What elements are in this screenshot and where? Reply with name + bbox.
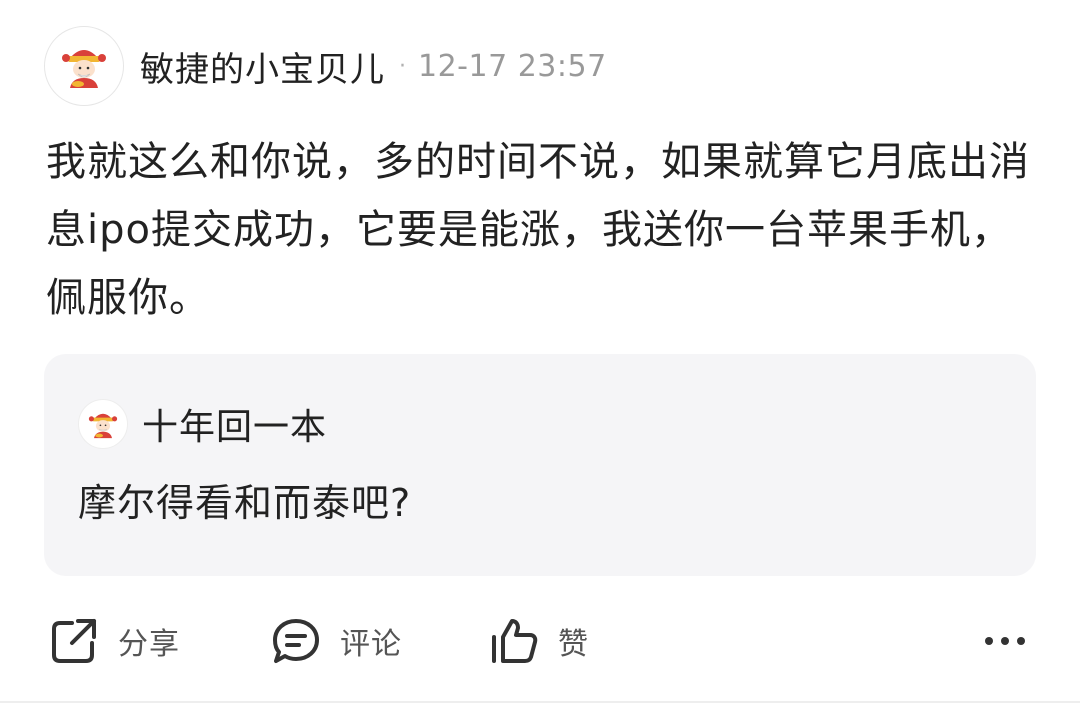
comment-label: 评论: [340, 627, 402, 662]
post-header: 敏捷的小宝贝儿 · 12-17 23:57: [44, 24, 607, 108]
quoted-author-name[interactable]: 十年回一本: [142, 398, 327, 450]
post-content: 我就这么和你说，多的时间不说，如果就算它月底出消息ipo提交成功，它要是能涨，我…: [46, 139, 1030, 321]
author-name[interactable]: 敏捷的小宝贝儿: [140, 42, 385, 91]
divider: [0, 701, 1080, 703]
share-icon: [46, 613, 102, 669]
separator-dot: ·: [399, 53, 406, 79]
more-icon: [985, 637, 1025, 645]
comment-button[interactable]: 评论: [268, 610, 402, 672]
action-bar: 分享 评论 赞: [44, 610, 1036, 672]
share-label: 分享: [118, 627, 180, 662]
quoted-author-avatar[interactable]: [78, 399, 128, 449]
post-page: 敏捷的小宝贝儿 · 12-17 23:57 我就这么和你说，多的时间不说，如果就…: [0, 0, 1080, 713]
share-button[interactable]: 分享: [46, 610, 180, 672]
caishen-avatar-icon: [88, 413, 118, 439]
like-label: 赞: [558, 627, 589, 662]
caishen-avatar-icon: [62, 50, 106, 88]
quoted-post-card[interactable]: 十年回一本 摩尔得看和而泰吧?: [44, 354, 1036, 576]
thumbs-up-icon: [486, 613, 542, 669]
post-timestamp: 12-17 23:57: [418, 48, 607, 84]
author-avatar[interactable]: [44, 26, 124, 106]
comment-icon: [268, 613, 324, 669]
like-button[interactable]: 赞: [486, 610, 589, 672]
more-button[interactable]: [980, 616, 1030, 666]
quoted-text: 摩尔得看和而泰吧?: [78, 481, 412, 525]
quoted-author-row: 十年回一本: [78, 396, 327, 452]
